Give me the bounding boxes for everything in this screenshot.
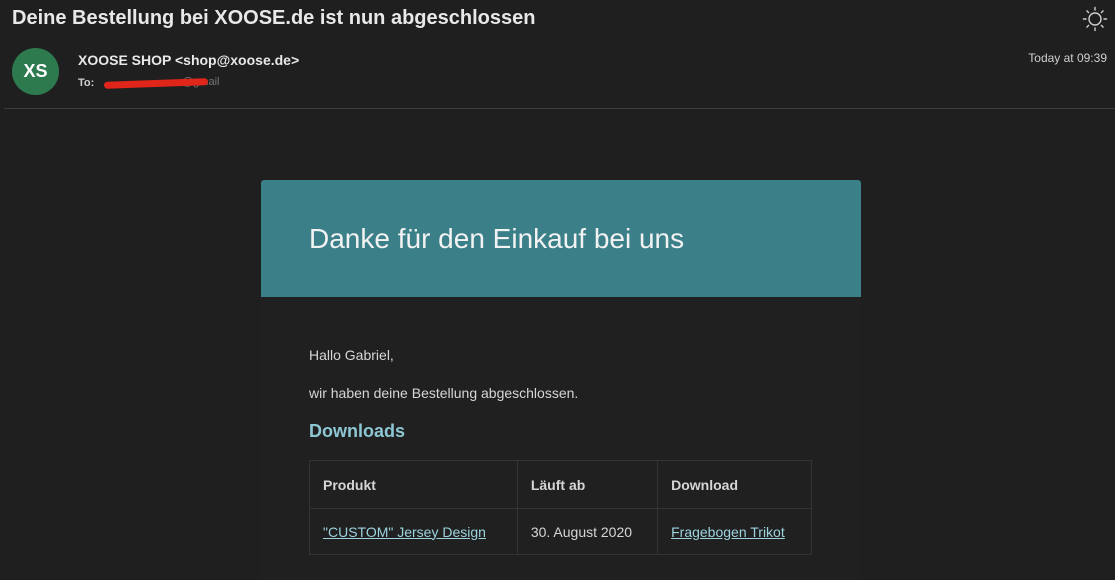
- column-header-download: Download: [657, 460, 812, 509]
- product-cell: "CUSTOM" Jersey Design: [309, 508, 518, 555]
- email-card: Danke für den Einkauf bei uns Hallo Gabr…: [261, 180, 861, 580]
- column-header-product: Produkt: [309, 460, 518, 509]
- card-body: Hallo Gabriel, wir haben deine Bestellun…: [261, 297, 861, 580]
- sender-name[interactable]: XOOSE SHOP <shop@xoose.de>: [78, 52, 299, 68]
- table-row: "CUSTOM" Jersey Design 30. August 2020 F…: [309, 508, 812, 555]
- greeting-text: Hallo Gabriel,: [309, 347, 394, 363]
- to-label: To:: [78, 77, 95, 89]
- email-subject: Deine Bestellung bei XOOSE.de ist nun ab…: [12, 7, 536, 29]
- sun-icon[interactable]: [1082, 6, 1108, 32]
- card-header: Danke für den Einkauf bei uns: [261, 180, 861, 297]
- email-timestamp: Today at 09:39: [1028, 51, 1107, 65]
- sender-avatar[interactable]: XS: [12, 48, 59, 95]
- download-cell: Fragebogen Trikot: [657, 508, 812, 555]
- recipient-row: To:: [78, 77, 94, 89]
- table-header-row: Produkt Läuft ab Download: [309, 460, 812, 509]
- downloads-heading: Downloads: [309, 421, 406, 441]
- product-link[interactable]: "CUSTOM" Jersey Design: [323, 524, 486, 540]
- message-text: wir haben deine Bestellung abgeschlossen…: [309, 385, 579, 401]
- download-link[interactable]: Fragebogen Trikot: [671, 524, 785, 540]
- expires-cell: 30. August 2020: [516, 508, 659, 555]
- header-divider: [4, 108, 1115, 109]
- recipient-address[interactable]: @gmail: [103, 76, 239, 90]
- card-title: Danke für den Einkauf bei uns: [309, 222, 685, 254]
- downloads-table: Produkt Läuft ab Download "CUSTOM" Jerse…: [309, 460, 812, 555]
- column-header-expires: Läuft ab: [516, 460, 659, 509]
